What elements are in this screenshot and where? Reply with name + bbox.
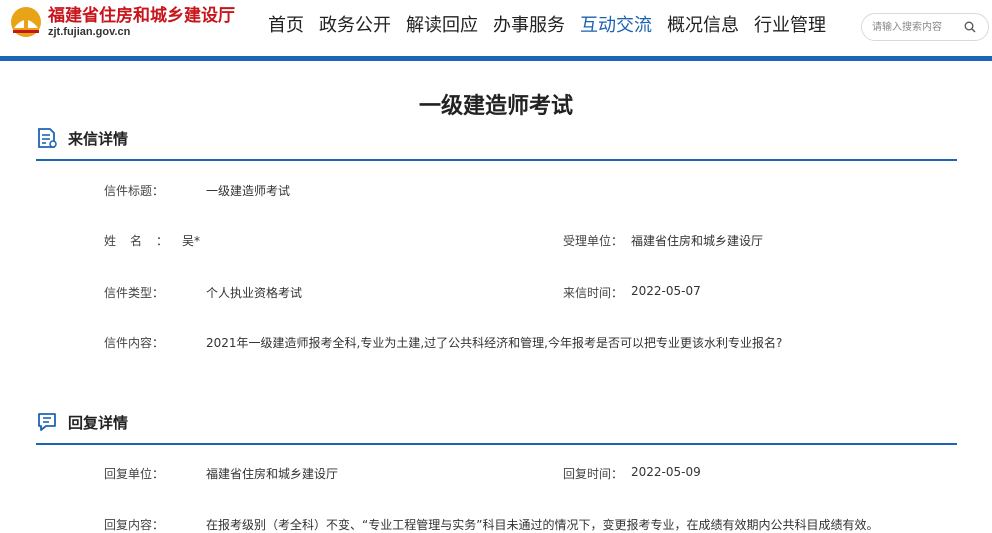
reply-content-field: 回复内容 ： 在报考级别（考全科）不变、“专业工程管理与实务”科目未通过的情况下… — [104, 516, 878, 533]
subject-value: 一级建造师考试 — [206, 184, 291, 198]
site-title: 福建省住房和城乡建设厅 — [48, 5, 235, 26]
dept-colon: ： — [611, 234, 624, 248]
nav-item-interpretation[interactable]: 解读回应 — [406, 12, 478, 40]
reply-unit-label: 回复单位 — [104, 467, 153, 481]
content-value: 2021年一级建造师报考全科,专业为土建,过了公共科经济和管理,今年报考是否可以… — [206, 336, 783, 350]
letter-date-field: 来信时间 ： 2022-05-07 — [563, 284, 701, 301]
page-title: 一级建造师考试 — [418, 94, 573, 119]
reply-date-field: 回复时间 ： 2022-05-09 — [563, 465, 701, 482]
letter-section-title: 来信详情 — [68, 129, 129, 148]
search-input[interactable] — [872, 19, 962, 36]
search-box — [861, 13, 989, 41]
letter-name-field: 姓名 ： 吴* — [104, 232, 200, 249]
nav-item-services[interactable]: 办事服务 — [493, 12, 565, 40]
nav-item-government-affairs[interactable]: 政务公开 — [319, 12, 391, 40]
letter-section-divider — [36, 159, 957, 161]
type-colon: ： — [152, 286, 165, 300]
reply-unit-colon: ： — [152, 467, 165, 481]
letter-section-header: 来信详情 — [36, 127, 128, 149]
name-label: 姓名 — [104, 234, 157, 248]
nav-item-overview[interactable]: 概况信息 — [667, 12, 739, 40]
content-colon: ： — [152, 336, 165, 350]
letter-content-field: 信件内容 ： 2021年一级建造师报考全科,专业为土建,过了公共科经济和管理,今… — [104, 334, 782, 351]
letter-date-label: 来信时间 — [563, 286, 612, 300]
dept-label: 受理单位 — [563, 234, 612, 248]
reply-section-header: 回复详情 — [36, 411, 128, 433]
content-label: 信件内容 — [104, 336, 153, 350]
reply-date-value: 2022-05-09 — [631, 465, 701, 479]
letter-dept-field: 受理单位 ： 福建省住房和城乡建设厅 — [563, 232, 763, 249]
reply-date-label: 回复时间 — [563, 467, 612, 481]
reply-content-value: 在报考级别（考全科）不变、“专业工程管理与实务”科目未通过的情况下，变更报考专业… — [206, 518, 879, 532]
logo-emblem-icon — [11, 7, 41, 37]
reply-unit-field: 回复单位 ： 福建省住房和城乡建设厅 — [104, 465, 338, 482]
reply-section-divider — [36, 443, 957, 445]
document-list-icon — [38, 128, 57, 148]
reply-content-colon: ： — [152, 518, 165, 532]
name-value: 吴* — [182, 234, 201, 248]
dept-value: 福建省住房和城乡建设厅 — [631, 234, 764, 248]
reply-date-colon: ： — [611, 467, 624, 481]
type-label: 信件类型 — [104, 286, 153, 300]
main-nav: 首页 政务公开 解读回应 办事服务 互动交流 概况信息 行业管理 — [268, 12, 841, 40]
site-header: 福建省住房和城乡建设厅 zjt.fujian.gov.cn 首页 政务公开 解读… — [0, 0, 992, 56]
letter-type-field: 信件类型 ： 个人执业资格考试 — [104, 284, 302, 301]
search-icon[interactable] — [964, 21, 976, 33]
reply-section-title: 回复详情 — [68, 413, 129, 432]
header-divider — [0, 56, 992, 61]
nav-item-home[interactable]: 首页 — [268, 12, 304, 40]
letter-date-value: 2022-05-07 — [631, 284, 701, 298]
reply-content-label: 回复内容 — [104, 518, 153, 532]
subject-colon: ： — [152, 184, 165, 198]
nav-item-industry-management[interactable]: 行业管理 — [754, 12, 826, 40]
site-logo[interactable]: 福建省住房和城乡建设厅 zjt.fujian.gov.cn — [8, 4, 235, 40]
letter-date-colon: ： — [611, 286, 624, 300]
reply-unit-value: 福建省住房和城乡建设厅 — [206, 467, 339, 481]
nav-item-interaction[interactable]: 互动交流 — [580, 12, 652, 40]
chat-reply-icon — [38, 413, 56, 431]
type-value: 个人执业资格考试 — [206, 286, 303, 300]
letter-subject-field: 信件标题 ： 一级建造师考试 — [104, 182, 290, 199]
subject-label: 信件标题 — [104, 184, 153, 198]
name-colon: ： — [156, 234, 169, 248]
site-domain: zjt.fujian.gov.cn — [48, 25, 131, 38]
